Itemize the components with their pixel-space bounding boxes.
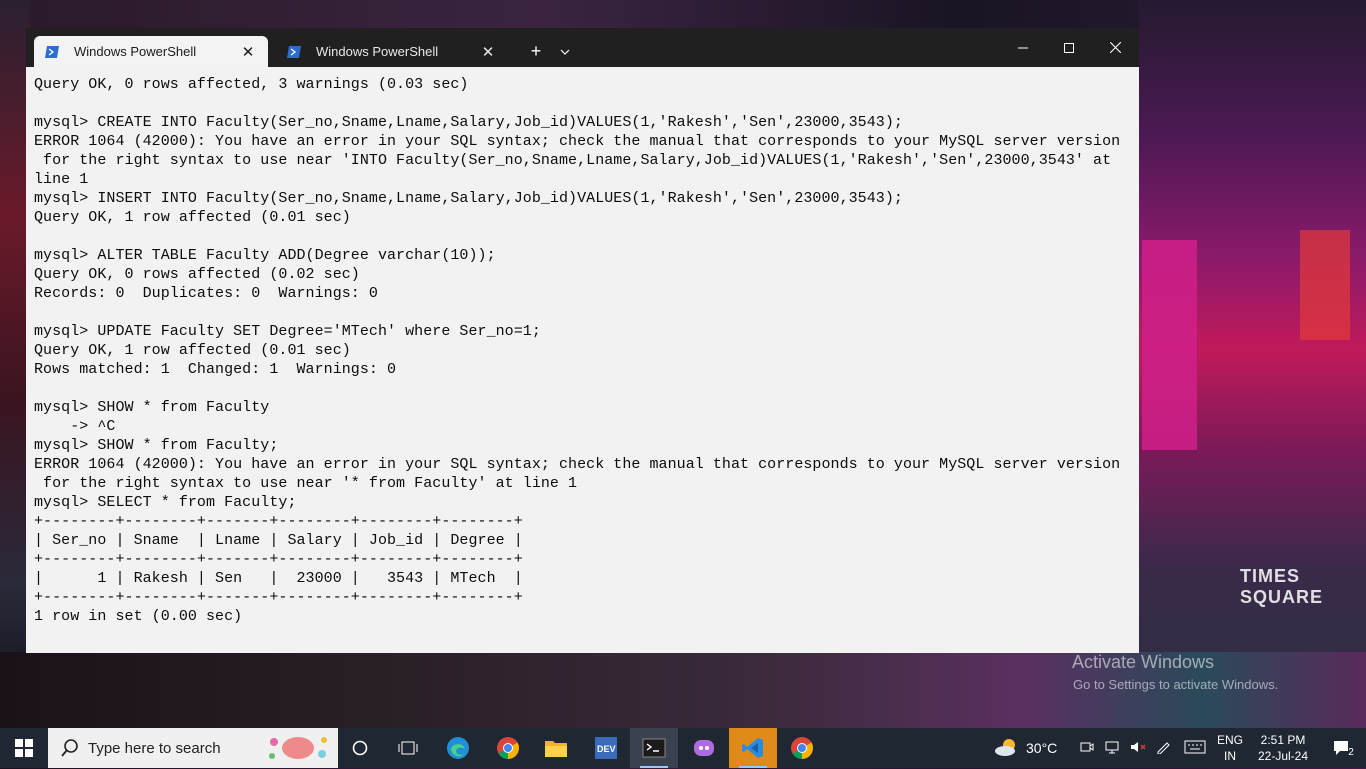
wallpaper-sign-red	[1300, 230, 1350, 340]
search-placeholder: Type here to search	[88, 739, 221, 757]
keyboard-icon[interactable]	[1184, 740, 1206, 757]
terminal-window: Windows PowerShell ✕ Windows PowerShell …	[26, 28, 1139, 653]
terminal-line: ERROR 1064 (42000): You have an error in…	[34, 133, 1121, 150]
maximize-button[interactable]	[1046, 28, 1092, 67]
terminal-line: mysql> UPDATE Faculty SET Degree='MTech'…	[34, 323, 541, 340]
language-region: IN	[1224, 749, 1236, 763]
terminal-line: mysql> SHOW * from Faculty;	[34, 437, 279, 454]
title-bar[interactable]: Windows PowerShell ✕ Windows PowerShell …	[26, 28, 1139, 67]
search-icon	[60, 738, 80, 758]
dev-icon[interactable]: DEV	[582, 728, 630, 768]
chrome-icon[interactable]	[484, 728, 532, 768]
wallpaper-sign	[1142, 240, 1197, 450]
terminal-line: for the right syntax to use near 'INTO F…	[34, 152, 1112, 169]
minimize-button[interactable]	[1000, 28, 1046, 67]
tab-close-icon[interactable]: ✕	[476, 43, 500, 61]
task-view-icon[interactable]	[384, 728, 432, 768]
clock-time: 2:51 PM	[1260, 733, 1306, 747]
tab-label: Windows PowerShell	[316, 44, 439, 59]
notification-center-button[interactable]: 2	[1320, 728, 1366, 768]
edge-icon[interactable]	[434, 728, 482, 768]
svg-text:DEV: DEV	[597, 744, 616, 754]
tab-close-icon[interactable]: ✕	[236, 43, 260, 61]
weather-temperature: 30°C	[1026, 740, 1058, 756]
vscode-icon[interactable]	[729, 728, 777, 768]
chevron-down-icon[interactable]	[556, 36, 574, 67]
terminal-line: | Ser_no | Sname | Lname | Salary | Job_…	[34, 532, 523, 549]
terminal-line: mysql> INSERT INTO Faculty(Ser_no,Sname,…	[34, 190, 903, 207]
terminal-line: ERROR 1064 (42000): You have an error in…	[34, 456, 1121, 473]
terminal-line: +--------+--------+-------+--------+----…	[34, 551, 523, 568]
terminal-line: mysql> CREATE INTO Faculty(Ser_no,Sname,…	[34, 114, 903, 131]
terminal-line: +--------+--------+-------+--------+----…	[34, 589, 523, 606]
cortana-icon[interactable]	[336, 728, 384, 768]
windows-logo-icon	[15, 739, 33, 757]
terminal-line: mysql> SHOW * from Faculty	[34, 399, 270, 416]
activation-title: Activate Windows	[1072, 652, 1215, 672]
weather-widget[interactable]: 30°C	[994, 728, 1057, 768]
language-code: ENG	[1216, 733, 1243, 747]
file-explorer-icon[interactable]	[532, 728, 580, 768]
tab-label: Windows PowerShell	[74, 44, 197, 59]
volume-muted-icon[interactable]	[1130, 740, 1146, 757]
terminal-line: mysql> SELECT * from Faculty;	[34, 494, 297, 511]
terminal-icon[interactable]	[630, 728, 678, 768]
language-indicator[interactable]: ENG IN	[1212, 728, 1248, 768]
terminal-line: Query OK, 0 rows affected (0.02 sec)	[34, 266, 360, 283]
chrome-icon[interactable]	[778, 728, 826, 768]
system-tray-icons[interactable]	[1080, 728, 1206, 768]
new-tab-button[interactable]: +	[524, 36, 548, 67]
powershell-icon	[44, 45, 60, 59]
clock-date: 22-Jul-24	[1257, 749, 1309, 763]
chat-app-icon[interactable]	[680, 728, 728, 768]
activation-subtitle: Go to Settings to activate Windows.	[1073, 677, 1279, 692]
terminal-line: Query OK, 1 row affected (0.01 sec)	[34, 209, 351, 226]
times-square-sign: TIMES SQUARE	[1240, 566, 1324, 607]
terminal-line: | 1 | Rakesh | Sen | 23000 | 3543 | MTec…	[34, 570, 523, 587]
terminal-line: -> ^C	[34, 418, 116, 435]
terminal-line: mysql> ALTER TABLE Faculty ADD(Degree va…	[34, 247, 496, 264]
close-button[interactable]	[1092, 28, 1138, 67]
terminal-line: Records: 0 Duplicates: 0 Warnings: 0	[34, 285, 378, 302]
start-button[interactable]	[0, 728, 48, 768]
powershell-icon	[286, 45, 302, 59]
taskbar: Type here to search DEV 30°C ENG IN 2:51…	[0, 728, 1366, 768]
pen-icon[interactable]	[1156, 740, 1172, 757]
terminal-line: +--------+--------+-------+--------+----…	[34, 513, 523, 530]
network-icon[interactable]	[1104, 740, 1120, 757]
terminal-line: for the right syntax to use near '* from…	[34, 475, 578, 492]
search-highlight-icon	[264, 732, 332, 764]
terminal-line: Query OK, 1 row affected (0.01 sec)	[34, 342, 351, 359]
meet-now-icon[interactable]	[1080, 740, 1094, 757]
terminal-line: Rows matched: 1 Changed: 1 Warnings: 0	[34, 361, 397, 378]
terminal-line: line 1	[34, 171, 89, 188]
weather-cloud-icon	[994, 737, 1020, 760]
tab-powershell-1[interactable]: Windows PowerShell ✕	[34, 36, 268, 67]
clock[interactable]: 2:51 PM 22-Jul-24	[1250, 728, 1316, 768]
notification-count: 2	[1348, 746, 1354, 758]
terminal-line: 1 row in set (0.00 sec)	[34, 608, 243, 625]
tab-powershell-2[interactable]: Windows PowerShell ✕	[276, 36, 508, 67]
search-box[interactable]: Type here to search	[48, 728, 338, 768]
terminal-output[interactable]: Query OK, 0 rows affected, 3 warnings (0…	[26, 67, 1139, 653]
terminal-line: Query OK, 0 rows affected, 3 warnings (0…	[34, 76, 469, 93]
